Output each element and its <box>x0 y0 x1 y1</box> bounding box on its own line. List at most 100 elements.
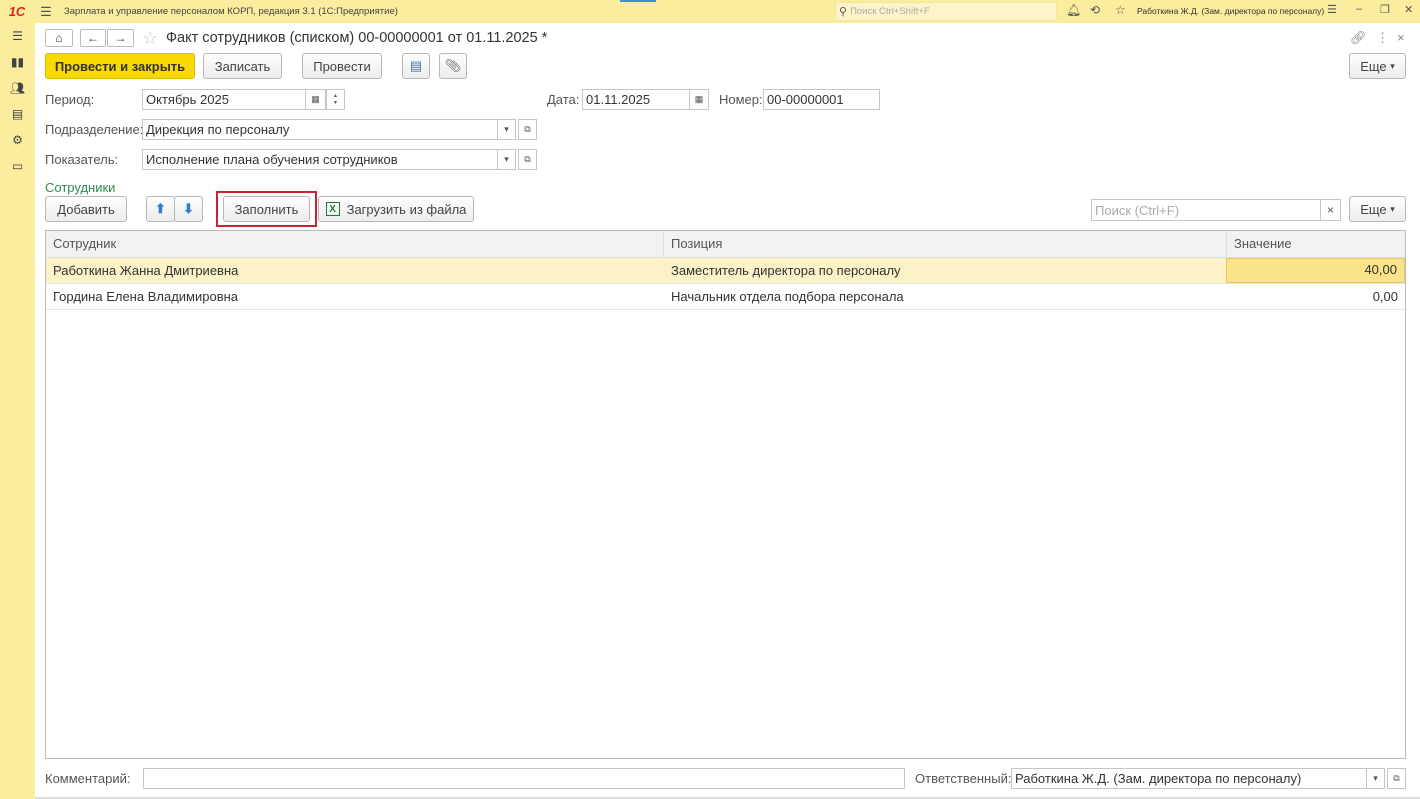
table-more-label: Еще <box>1360 201 1387 217</box>
employees-section-title: Сотрудники <box>45 180 116 195</box>
search-icon: ⚲ <box>839 6 848 18</box>
date-label: Дата: <box>547 92 580 107</box>
department-field[interactable]: Дирекция по персоналу <box>142 119 498 140</box>
post-button[interactable]: Провести <box>302 53 382 79</box>
more-vertical-icon[interactable]: ⋮ <box>1376 30 1389 46</box>
employees-table: Сотрудник Позиция Значение Работкина Жан… <box>45 230 1406 759</box>
more-button[interactable]: Еще ▾ <box>1349 53 1406 79</box>
move-up-button[interactable]: ⬆ <box>146 196 175 222</box>
table-icon[interactable]: ▤ <box>0 107 35 121</box>
comment-field[interactable] <box>143 768 905 789</box>
column-header-position[interactable]: Позиция <box>664 231 1226 258</box>
calendar-button[interactable]: ▦ <box>305 89 326 110</box>
department-open-button[interactable]: ⧉ <box>518 119 537 140</box>
indicator-field[interactable]: Исполнение плана обучения сотрудников <box>142 149 498 170</box>
id-card-icon[interactable]: ▭ <box>0 159 35 173</box>
global-search-input[interactable]: ⚲ Поиск Ctrl+Shift+F <box>835 2 1057 21</box>
home-button[interactable]: ⌂ <box>45 29 73 47</box>
bell-icon[interactable]: 🔔︎ <box>1066 3 1081 17</box>
title-bar: 1С ☰ Зарплата и управление персоналом КО… <box>0 0 1420 23</box>
calendar-icon: ▦ <box>694 94 704 104</box>
home-icon: ⌂ <box>55 31 63 45</box>
stepper-up-icon: ▴ <box>333 92 337 99</box>
save-button[interactable]: Записать <box>203 53 282 79</box>
table-header: Сотрудник Позиция Значение <box>46 231 1405 258</box>
chevron-down-icon: ▾ <box>1373 773 1378 783</box>
calendar-icon: ▦ <box>311 94 320 104</box>
favorite-star-icon[interactable]: ☆ <box>142 28 158 49</box>
load-from-file-button[interactable]: X Загрузить из файла <box>318 196 474 222</box>
gear-icon[interactable]: ⚙ <box>0 133 35 147</box>
chevron-down-icon: ▾ <box>504 154 509 164</box>
minimize-icon[interactable]: – <box>1356 3 1362 15</box>
post-and-close-button[interactable]: Провести и закрыть <box>45 53 195 79</box>
app-title: Зарплата и управление персоналом КОРП, р… <box>64 6 398 17</box>
menu-icon[interactable]: ☰ <box>0 29 35 43</box>
indicator-label: Показатель: <box>45 152 119 167</box>
period-stepper[interactable]: ▴ ▾ <box>326 89 345 110</box>
number-label: Номер: <box>719 92 763 107</box>
form-title: Факт сотрудников (списком) 00-00000001 о… <box>166 30 548 46</box>
column-header-value[interactable]: Значение <box>1227 231 1405 258</box>
more-button-label: Еще <box>1360 58 1387 74</box>
settings-menu-icon[interactable]: ☰ <box>1327 3 1337 16</box>
column-header-employee[interactable]: Сотрудник <box>46 231 663 258</box>
close-window-icon[interactable]: ✕ <box>1404 3 1413 16</box>
table-search-input[interactable]: Поиск (Ctrl+F) <box>1091 199 1321 221</box>
responsible-field[interactable]: Работкина Ж.Д. (Зам. директора по персон… <box>1011 768 1367 789</box>
restore-icon[interactable]: ❐ <box>1380 3 1390 16</box>
period-field[interactable]: Октябрь 2025 <box>142 89 306 110</box>
gift-icon[interactable]: ▮▮ <box>0 55 35 69</box>
excel-icon: X <box>325 202 340 216</box>
paperclip-icon: 📎︎ <box>444 58 462 73</box>
report-button[interactable]: ▤ <box>402 53 430 79</box>
attachments-button[interactable]: 📎︎ <box>439 53 467 79</box>
arrow-down-icon: ⬇ <box>183 201 194 216</box>
link-icon[interactable]: 🔗︎ <box>1350 30 1367 46</box>
arrow-left-icon: ← <box>87 31 99 45</box>
position-cell[interactable]: Заместитель директора по персоналу <box>664 258 1226 283</box>
favorites-star-icon[interactable]: ☆ <box>1115 3 1126 17</box>
arrow-up-icon: ⬆ <box>155 201 166 216</box>
employee-cell[interactable]: Гордина Елена Владимировна <box>46 284 663 309</box>
responsible-open-button[interactable]: ⧉ <box>1387 768 1406 789</box>
department-dropdown-button[interactable]: ▾ <box>497 119 516 140</box>
open-window-icon: ⧉ <box>524 124 531 134</box>
comment-label: Комментарий: <box>45 771 131 786</box>
back-button[interactable]: ← <box>80 29 106 47</box>
add-button[interactable]: Добавить <box>45 196 127 222</box>
indicator-dropdown-button[interactable]: ▾ <box>497 149 516 170</box>
responsible-dropdown-button[interactable]: ▾ <box>1366 768 1385 789</box>
clear-search-button[interactable]: × <box>1320 199 1341 221</box>
chevron-down-icon: ▾ <box>504 124 509 134</box>
app-logo: 1С <box>8 4 26 19</box>
value-cell[interactable]: 0,00 <box>1226 284 1405 309</box>
date-calendar-button[interactable]: ▦ <box>689 89 709 110</box>
arrow-right-icon: → <box>114 31 127 45</box>
table-more-button[interactable]: Еще ▾ <box>1349 196 1406 222</box>
users-icon[interactable]: 👥︎ <box>0 81 35 95</box>
current-user[interactable]: Работкина Ж.Д. (Зам. директора по персон… <box>1137 6 1324 16</box>
global-search-placeholder: Поиск Ctrl+Shift+F <box>850 6 930 17</box>
close-form-icon[interactable]: × <box>1397 30 1405 45</box>
employee-cell[interactable]: Работкина Жанна Дмитриевна <box>46 258 663 283</box>
date-field[interactable]: 01.11.2025 <box>582 89 690 110</box>
main-menu-icon[interactable]: ☰ <box>34 4 58 20</box>
dropdown-icon: ▾ <box>1390 203 1395 214</box>
open-window-icon: ⧉ <box>524 154 531 164</box>
period-label: Период: <box>45 92 95 107</box>
department-label: Подразделение: <box>45 122 144 137</box>
number-field[interactable]: 00-00000001 <box>763 89 880 110</box>
table-row[interactable]: Гордина Елена Владимировна Начальник отд… <box>46 284 1405 310</box>
value-cell[interactable]: 40,00 <box>1226 258 1405 283</box>
position-cell[interactable]: Начальник отдела подбора персонала <box>664 284 1226 309</box>
history-icon[interactable]: ⟲ <box>1090 3 1100 17</box>
fill-button-highlight <box>216 191 317 227</box>
table-row[interactable]: Работкина Жанна Дмитриевна Заместитель д… <box>46 258 1405 284</box>
forward-button[interactable]: → <box>107 29 134 47</box>
sections-panel: ☰ ▮▮ 👥︎ ▤ ⚙ ▭ <box>0 23 35 799</box>
move-down-button[interactable]: ⬇ <box>174 196 203 222</box>
dropdown-icon: ▾ <box>1390 60 1395 71</box>
indicator-open-button[interactable]: ⧉ <box>518 149 537 170</box>
responsible-label: Ответственный: <box>915 771 1012 786</box>
